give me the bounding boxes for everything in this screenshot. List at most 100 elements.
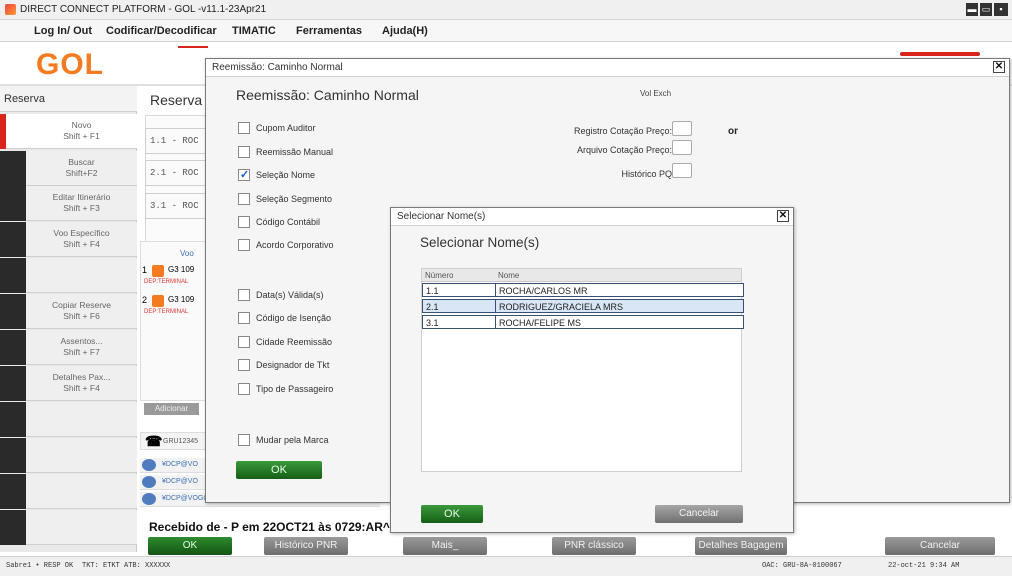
checkbox[interactable] bbox=[238, 434, 250, 446]
gol-airline-icon bbox=[152, 265, 164, 277]
arquivo-cotacao-input[interactable] bbox=[672, 140, 692, 155]
checkbox-row[interactable]: Seleção Segmento bbox=[238, 193, 418, 207]
checkbox-row[interactable]: Cupom Auditor bbox=[238, 122, 418, 136]
email-row[interactable]: ¥DCP@VO bbox=[140, 475, 207, 490]
window-restore-icon[interactable]: ▬ bbox=[966, 3, 978, 16]
checkbox-label: Designador de Tkt bbox=[256, 360, 330, 370]
row-number: 1.1 bbox=[426, 286, 439, 296]
checkbox[interactable] bbox=[238, 383, 250, 395]
status-session: Sabre1 • RESP OK bbox=[6, 562, 74, 570]
sidebar-button-shortcut: Shift + F4 bbox=[63, 383, 100, 393]
checkbox-row[interactable]: Reemissão Manual bbox=[238, 146, 418, 160]
checkbox[interactable] bbox=[238, 312, 250, 324]
sidebar-button-label: Assentos... Shift + F7 bbox=[26, 336, 137, 358]
sidebar-button-shortcut: Shift+F2 bbox=[65, 168, 98, 178]
sidebar-button[interactable]: Voo Específico Shift + F4 bbox=[0, 222, 137, 257]
checkbox[interactable] bbox=[238, 239, 250, 251]
gol-airline-icon bbox=[152, 295, 164, 307]
vol-exch-label: Vol Exch bbox=[640, 89, 672, 98]
segment-row[interactable]: 2.1 - ROC bbox=[145, 160, 207, 186]
checkbox-label: Código de Isenção bbox=[256, 313, 332, 323]
table-row[interactable]: 3.1 ROCHA/FELIPE MS bbox=[422, 315, 744, 329]
sidebar-button[interactable] bbox=[0, 438, 137, 473]
contact-row[interactable]: ☎ GRU12345 bbox=[140, 432, 207, 450]
pnr-classico-button[interactable]: PNR clássico bbox=[552, 537, 636, 555]
row-name: ROCHA/FELIPE MS bbox=[499, 318, 582, 328]
checkbox[interactable] bbox=[238, 193, 250, 205]
checkbox[interactable] bbox=[238, 168, 250, 181]
sidebar-button-title: Detalhes Pax... bbox=[52, 372, 111, 382]
sidebar-button-title: Editar Itinerário bbox=[52, 192, 111, 202]
sidebar-button[interactable]: Editar Itinerário Shift + F3 bbox=[0, 186, 137, 221]
brand-stripe bbox=[900, 52, 980, 56]
segment-row[interactable]: 1.1 - ROC bbox=[145, 128, 207, 154]
cancelar-button[interactable]: Cancelar bbox=[885, 537, 995, 555]
select-ok-button[interactable]: OK bbox=[421, 505, 483, 523]
menu-timatic[interactable]: TIMATIC bbox=[232, 25, 276, 37]
menu-log-in-out[interactable]: Log In/ Out bbox=[34, 25, 92, 37]
sidebar-button-title: Novo bbox=[71, 120, 92, 130]
menu-ferramentas[interactable]: Ferramentas bbox=[296, 25, 362, 37]
checkbox[interactable] bbox=[238, 146, 250, 158]
email-icon bbox=[142, 459, 156, 471]
flight-row[interactable]: 2 G3 109 DEP:TERMINAL bbox=[140, 295, 206, 321]
checkbox[interactable] bbox=[238, 122, 250, 134]
or-label: or bbox=[728, 126, 738, 137]
sidebar-button[interactable] bbox=[0, 510, 137, 545]
sidebar-button[interactable]: Assentos... Shift + F7 bbox=[0, 330, 137, 365]
column-separator bbox=[495, 316, 496, 328]
status-datetime: 22-oct-21 9:34 AM bbox=[888, 562, 960, 570]
menu-codificar[interactable]: Codificar/Decodificar bbox=[106, 25, 217, 37]
close-icon[interactable]: ✕ bbox=[993, 61, 1005, 73]
sidebar-button[interactable]: Copiar Reserve Shift + F6 bbox=[0, 294, 137, 329]
flight-code: G3 109 bbox=[168, 295, 195, 304]
checkbox-label: Cupom Auditor bbox=[256, 123, 316, 133]
checkbox[interactable] bbox=[238, 359, 250, 371]
sidebar-button[interactable] bbox=[0, 258, 137, 293]
flight-row[interactable]: 1 G3 109 DEP:TERMINAL bbox=[140, 265, 206, 291]
adicionar-button[interactable]: Adicionar bbox=[144, 403, 199, 415]
sidebar-button[interactable] bbox=[0, 474, 137, 509]
sidebar-button[interactable]: Detalhes Pax... Shift + F4 bbox=[0, 366, 137, 401]
menu-ajuda[interactable]: Ajuda(H) bbox=[382, 25, 428, 37]
table-row[interactable]: 1.1 ROCHA/CARLOS MR bbox=[422, 283, 744, 297]
select-cancel-button[interactable]: Cancelar bbox=[655, 505, 743, 523]
registro-cotacao-input[interactable] bbox=[672, 121, 692, 136]
mais-button[interactable]: Mais_ bbox=[403, 537, 487, 555]
email-icon bbox=[142, 476, 156, 488]
row-name: ROCHA/CARLOS MR bbox=[499, 286, 588, 296]
sidebar-button-marker bbox=[0, 510, 26, 545]
checkbox[interactable] bbox=[238, 336, 250, 348]
voo-column-label: Voo bbox=[180, 249, 194, 258]
row-number: 3.1 bbox=[426, 318, 439, 328]
historico-pq-input[interactable] bbox=[672, 163, 692, 178]
column-header-nome: Nome bbox=[498, 271, 520, 280]
sidebar-button[interactable]: Novo Shift + F1 bbox=[0, 114, 137, 149]
column-header-numero: Número bbox=[425, 271, 454, 280]
segment-row[interactable]: 3.1 - ROC bbox=[145, 193, 207, 219]
checkbox[interactable] bbox=[238, 216, 250, 228]
window-maximize-icon[interactable]: ▭ bbox=[980, 3, 992, 16]
checkbox-label: Seleção Nome bbox=[256, 170, 316, 180]
sidebar-button[interactable] bbox=[0, 402, 137, 437]
detalhes-bagagem-button[interactable]: Detalhes Bagagem bbox=[695, 537, 787, 555]
checkbox-label: Tipo de Passageiro bbox=[256, 384, 334, 394]
checkbox-label: Cidade Reemissão bbox=[256, 337, 333, 347]
selecionar-nomes-title-bar: Selecionar Nome(s) ✕ bbox=[391, 208, 793, 226]
flight-terminal: DEP:TERMINAL bbox=[144, 279, 189, 285]
reemissao-dialog-title-bar: Reemissão: Caminho Normal ✕ bbox=[206, 59, 1009, 77]
close-icon[interactable]: ✕ bbox=[777, 210, 789, 222]
checkbox-row[interactable]: Seleção Nome bbox=[238, 168, 418, 183]
dialog-ok-button[interactable]: OK bbox=[236, 461, 322, 479]
sidebar-button[interactable]: Buscar Shift+F2 bbox=[0, 151, 137, 186]
sidebar-button-marker bbox=[0, 474, 26, 509]
checkbox-label: Seleção Segmento bbox=[256, 194, 333, 204]
sidebar-button-shortcut: Shift + F3 bbox=[63, 203, 100, 213]
dialog-heading: Selecionar Nome(s) bbox=[420, 235, 540, 250]
checkbox[interactable] bbox=[238, 289, 250, 301]
email-row[interactable]: ¥DCP@VO bbox=[140, 458, 207, 473]
window-close-icon[interactable]: ▪ bbox=[994, 3, 1008, 16]
historico-pnr-button[interactable]: Histórico PNR bbox=[264, 537, 348, 555]
table-row[interactable]: 2.1 RODRIGUEZ/GRACIELA MRS bbox=[422, 299, 744, 313]
ok-button[interactable]: OK bbox=[148, 537, 232, 555]
